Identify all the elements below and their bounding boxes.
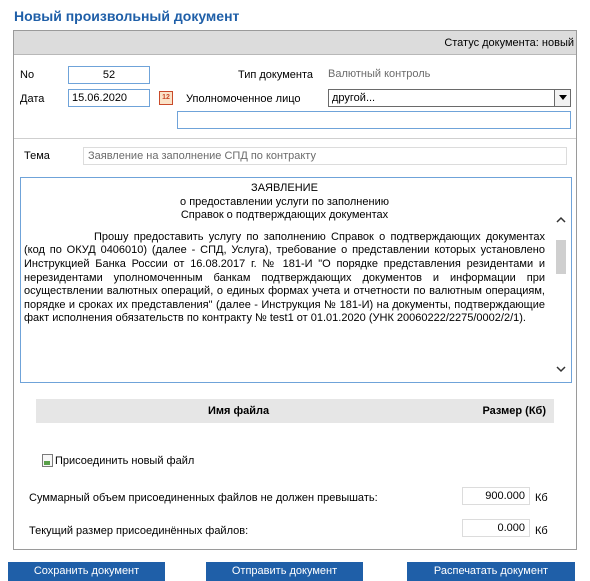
theme-label: Тема <box>24 150 50 162</box>
current-size-unit: Кб <box>535 525 548 537</box>
status-text: Статус документа: новый <box>444 37 574 49</box>
scrollbar[interactable] <box>551 178 571 382</box>
scroll-down-icon[interactable] <box>555 363 567 375</box>
files-table-header: Имя файла Размер (Кб) <box>36 399 554 423</box>
file-name-column: Имя файла <box>208 405 270 417</box>
scroll-thumb[interactable] <box>556 240 566 274</box>
calendar-icon[interactable]: 12 <box>159 91 173 105</box>
scroll-up-icon[interactable] <box>555 214 567 226</box>
doc-type-value: Валютный контроль <box>328 68 431 80</box>
authorized-select[interactable]: другой... <box>328 89 571 107</box>
authorized-value: другой... <box>332 92 376 104</box>
print-button[interactable]: Распечатать документ <box>407 562 575 581</box>
status-label: Статус документа: <box>444 37 539 49</box>
divider <box>14 138 576 139</box>
doc-paragraph: Прошу предоставить услугу по заполнению … <box>24 230 545 325</box>
number-label: No <box>20 69 35 81</box>
attach-file-icon <box>42 454 53 467</box>
authorized-label: Уполномоченное лицо <box>186 93 301 105</box>
document-text: ЗАЯВЛЕНИЕ о предоставлении услуги по зап… <box>24 182 545 326</box>
save-button[interactable]: Сохранить документ <box>8 562 165 581</box>
doc-type-label: Тип документа <box>238 69 314 81</box>
max-total-unit: Кб <box>535 492 548 504</box>
number-input[interactable]: 52 <box>68 66 150 84</box>
date-input[interactable]: 15.06.2020 <box>68 89 150 107</box>
chevron-down-icon[interactable] <box>554 90 570 106</box>
current-size-field: 0.000 <box>462 519 530 537</box>
theme-input[interactable]: Заявление на заполнение СПД по контракту <box>83 147 567 165</box>
max-total-field: 900.000 <box>462 487 530 505</box>
page-title: Новый произвольный документ <box>14 8 240 24</box>
file-size-column: Размер (Кб) <box>482 405 546 417</box>
doc-heading-2: о предоставлении услуги по заполнению <box>180 195 389 208</box>
attach-file-label: Присоединить новый файл <box>55 455 195 467</box>
extra-input[interactable] <box>177 111 571 129</box>
doc-heading-1: ЗАЯВЛЕНИЕ <box>251 182 318 194</box>
attach-file-link[interactable]: Присоединить новый файл <box>42 454 194 467</box>
status-bar: Статус документа: новый <box>14 31 576 55</box>
max-total-label: Суммарный объем присоединенных файлов не… <box>29 492 378 504</box>
document-form: Статус документа: новый No 52 Тип докуме… <box>13 30 577 550</box>
document-body[interactable]: ЗАЯВЛЕНИЕ о предоставлении услуги по зап… <box>20 177 572 383</box>
current-size-label: Текущий размер присоединённых файлов: <box>29 525 249 537</box>
status-value: новый <box>541 37 574 49</box>
doc-heading-3: Справок о подтверждающих документах <box>180 209 389 222</box>
date-label: Дата <box>20 93 45 105</box>
send-button[interactable]: Отправить документ <box>206 562 363 581</box>
